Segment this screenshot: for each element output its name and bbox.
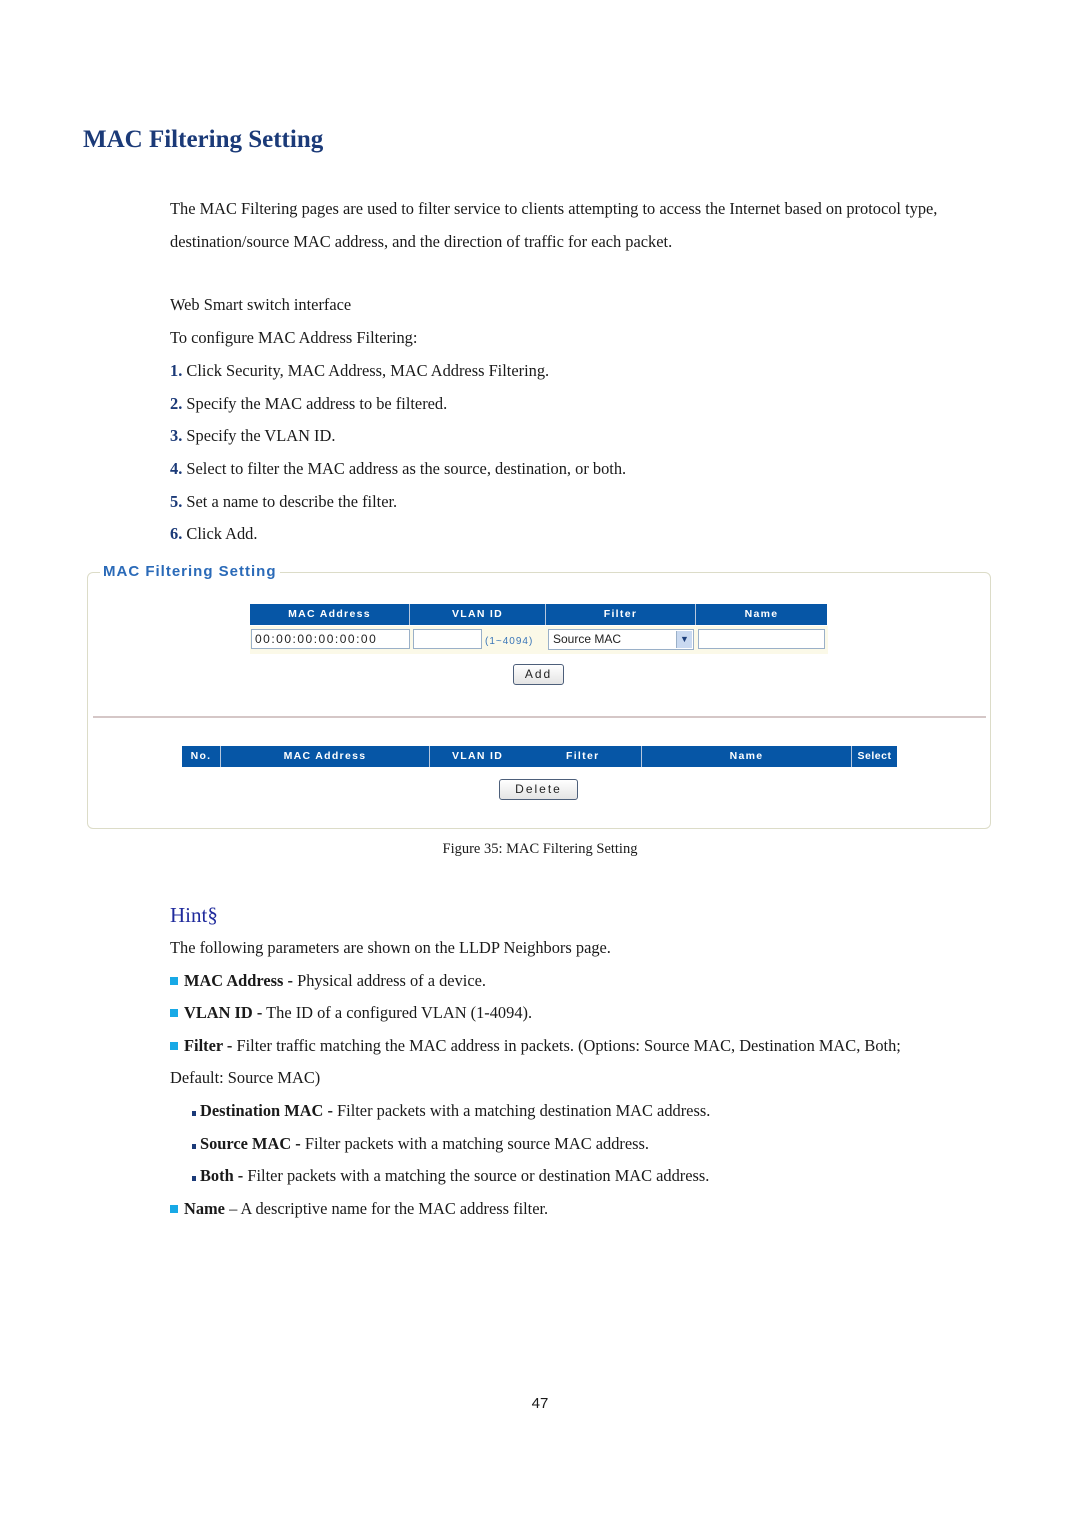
param-term: Name	[184, 1199, 225, 1218]
step-text: Specify the MAC address to be filtered.	[186, 394, 448, 413]
step-text: Set a name to describe the filter.	[186, 492, 398, 511]
header-no: No.	[182, 746, 221, 767]
page-number: 47	[531, 1395, 549, 1412]
small-square-bullet-icon	[192, 1111, 196, 1116]
header-vlan-id: VLAN ID	[410, 604, 546, 625]
header-mac-address: MAC Address	[250, 604, 410, 625]
param-item: MAC Address - Physical address of a devi…	[170, 971, 486, 991]
param-item: Name – A descriptive name for the MAC ad…	[170, 1199, 548, 1219]
header-list-mac-address: MAC Address	[221, 746, 430, 767]
filter-select[interactable]: Source MAC ▼	[548, 629, 694, 650]
panel-title: MAC Filtering Setting	[100, 563, 280, 580]
sub-param-item: Destination MAC - Filter packets with a …	[192, 1101, 710, 1121]
step-number: 6.	[170, 524, 183, 543]
step-item: 1. Click Security, MAC Address, MAC Addr…	[170, 361, 549, 381]
step-text: Click Add.	[186, 524, 258, 543]
header-list-filter: Filter	[536, 746, 642, 767]
interface-label: Web Smart switch interface	[170, 295, 352, 314]
sub-param-term: Source MAC -	[200, 1134, 301, 1153]
step-number: 3.	[170, 426, 183, 445]
hint-intro: The following parameters are shown on th…	[170, 938, 611, 957]
step-text: Select to filter the MAC address as the …	[186, 459, 627, 478]
param-item: VLAN ID - The ID of a configured VLAN (1…	[170, 1003, 532, 1023]
figure-caption: Figure 35: MAC Filtering Setting	[442, 841, 638, 857]
step-item: 4. Select to filter the MAC address as t…	[170, 459, 626, 479]
page-title: MAC Filtering Setting	[83, 126, 324, 153]
square-bullet-icon	[170, 1009, 178, 1017]
step-number: 2.	[170, 394, 183, 413]
vlan-range-hint: (1~4094)	[485, 636, 534, 647]
chevron-down-icon[interactable]: ▼	[676, 631, 692, 648]
step-text: Specify the VLAN ID.	[186, 426, 336, 445]
sub-param-term: Both -	[200, 1166, 244, 1185]
mac-address-input[interactable]: 00:00:00:00:00:00	[251, 629, 410, 649]
header-list-select: Select	[852, 746, 897, 767]
panel-divider	[93, 716, 986, 718]
vlan-id-input[interactable]	[413, 629, 482, 649]
add-button[interactable]: Add	[513, 664, 564, 685]
filter-selected-value: Source MAC	[553, 632, 622, 646]
square-bullet-icon	[170, 1042, 178, 1050]
param-desc-continued: Default: Source MAC)	[170, 1068, 321, 1087]
step-item: 2. Specify the MAC address to be filtere…	[170, 394, 447, 414]
small-square-bullet-icon	[192, 1176, 196, 1181]
header-filter: Filter	[546, 604, 696, 625]
sub-param-item: Source MAC - Filter packets with a match…	[192, 1134, 649, 1154]
sub-param-item: Both - Filter packets with a matching th…	[192, 1166, 709, 1186]
param-term: Filter -	[184, 1036, 233, 1055]
intro-paragraph: The MAC Filtering pages are used to filt…	[170, 199, 938, 251]
header-list-vlan-id: VLAN ID	[430, 746, 536, 767]
step-number: 4.	[170, 459, 183, 478]
delete-button[interactable]: Delete	[499, 779, 578, 800]
sub-param-desc: Filter packets with a matching source MA…	[300, 1134, 649, 1153]
header-name: Name	[696, 604, 827, 625]
step-item: 5. Set a name to describe the filter.	[170, 492, 397, 512]
param-desc: Filter traffic matching the MAC address …	[232, 1036, 901, 1055]
param-desc: Physical address of a device.	[292, 971, 486, 990]
param-desc: – A descriptive name for the MAC address…	[224, 1199, 549, 1218]
step-number: 5.	[170, 492, 183, 511]
param-term: MAC Address -	[184, 971, 293, 990]
square-bullet-icon	[170, 977, 178, 985]
step-item: 3. Specify the VLAN ID.	[170, 426, 335, 446]
sub-param-desc: Filter packets with a matching destinati…	[332, 1101, 711, 1120]
small-square-bullet-icon	[192, 1144, 196, 1149]
square-bullet-icon	[170, 1205, 178, 1213]
name-input[interactable]	[698, 629, 825, 649]
param-desc: The ID of a configured VLAN (1-4094).	[262, 1003, 533, 1022]
step-number: 1.	[170, 361, 183, 380]
configure-label: To configure MAC Address Filtering:	[170, 328, 418, 347]
step-item: 6. Click Add.	[170, 524, 257, 544]
sub-param-desc: Filter packets with a matching the sourc…	[243, 1166, 710, 1185]
param-term: VLAN ID -	[184, 1003, 263, 1022]
param-item: Filter - Filter traffic matching the MAC…	[170, 1036, 901, 1056]
step-text: Click Security, MAC Address, MAC Address…	[186, 361, 550, 380]
sub-param-term: Destination MAC -	[200, 1101, 333, 1120]
hint-heading: Hint§	[170, 903, 218, 927]
header-list-name: Name	[642, 746, 852, 767]
